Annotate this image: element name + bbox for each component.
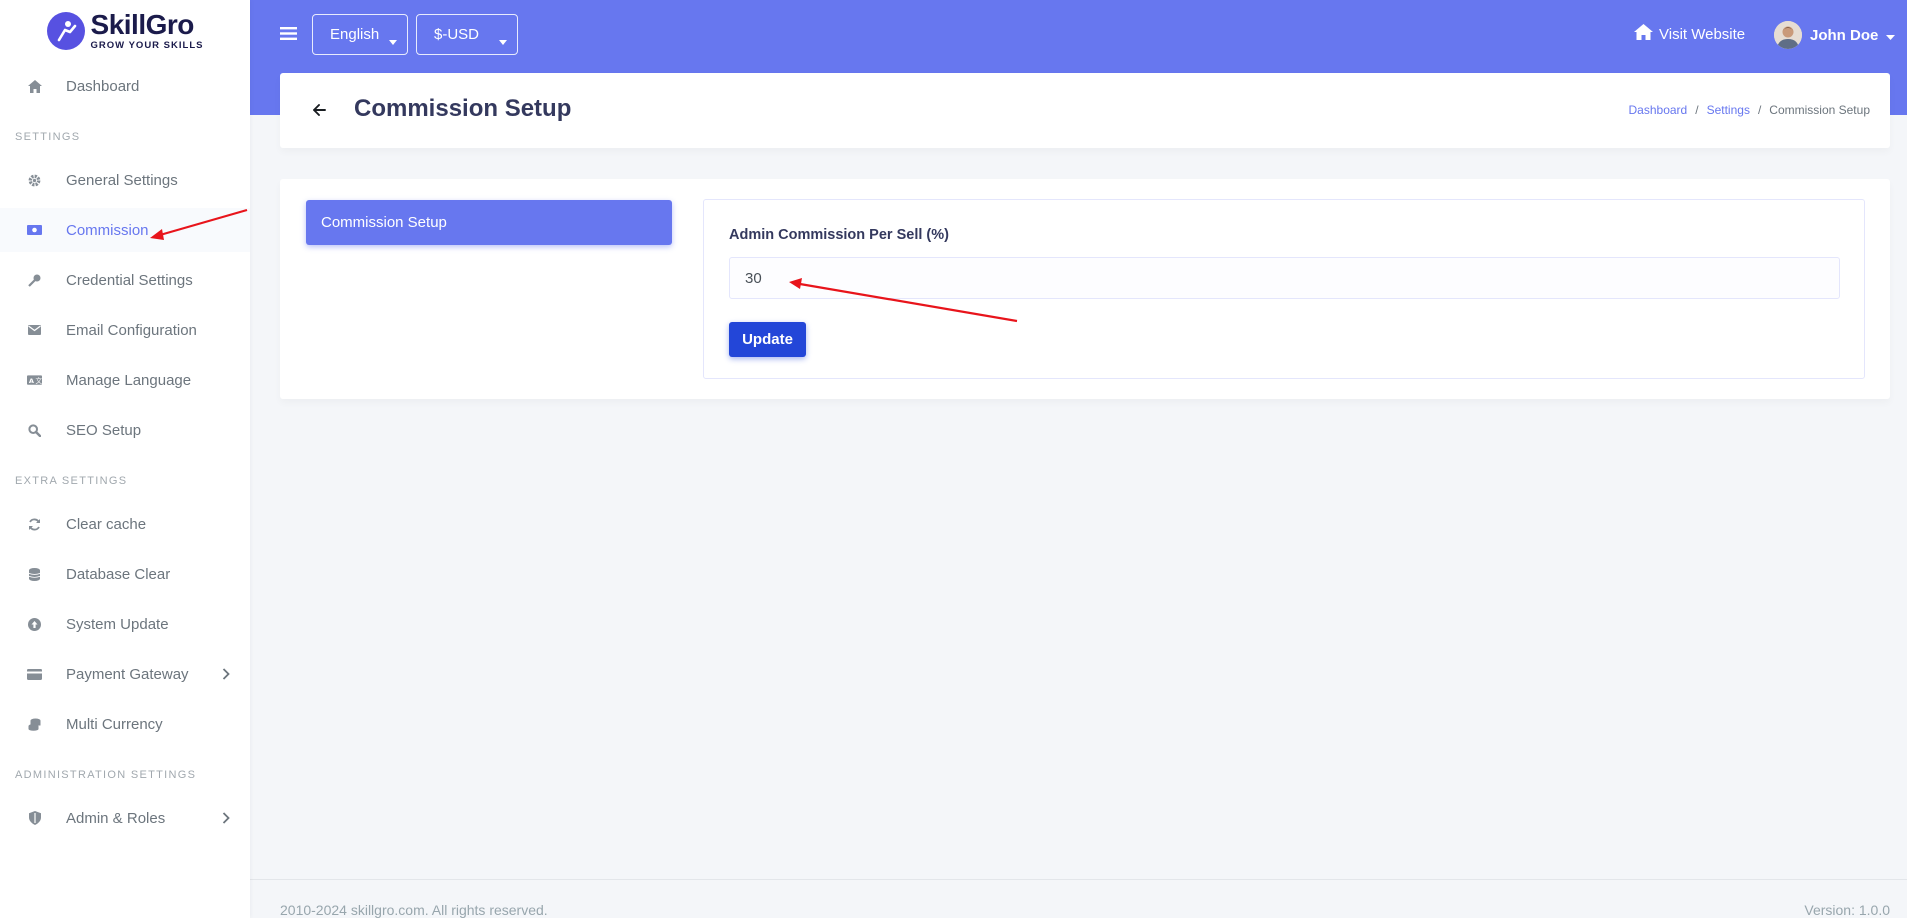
visit-website-label: Visit Website: [1659, 25, 1746, 43]
upload-icon: [27, 617, 42, 632]
chevron-right-icon: [222, 667, 230, 684]
sidebar-item-database-clear[interactable]: Database Clear: [0, 552, 250, 596]
sidebar-item-seo-setup[interactable]: SEO Setup: [0, 408, 250, 452]
footer-version: Version: 1.0.0: [1804, 902, 1890, 918]
sidebar-item-label: Dashboard: [66, 77, 140, 95]
breadcrumb-separator: /: [1757, 103, 1762, 117]
commission-field-label: Admin Commission Per Sell (%): [729, 227, 949, 243]
sidebar-item-label: Database Clear: [66, 565, 171, 583]
caret-down-icon: [499, 32, 507, 49]
sidebar-item-general-settings[interactable]: General Settings: [0, 158, 250, 202]
sidebar-item-label: Multi Currency: [66, 715, 163, 733]
commission-form: Admin Commission Per Sell (%) Update: [703, 199, 1865, 379]
envelope-icon: [27, 323, 42, 338]
chevron-right-icon: [222, 811, 230, 828]
visit-website-link[interactable]: Visit Website: [1634, 24, 1745, 44]
sidebar-item-label: General Settings: [66, 171, 178, 189]
sidebar-item-clear-cache[interactable]: Clear cache: [0, 502, 250, 546]
menu-header-settings: SETTINGS: [15, 131, 81, 143]
update-button[interactable]: Update: [729, 322, 806, 357]
brand-tagline: GROW YOUR SKILLS: [90, 40, 204, 52]
sidebar-item-label: Payment Gateway: [66, 665, 189, 683]
gear-icon: [27, 173, 42, 188]
coins-icon: [27, 717, 42, 732]
sidebar-item-dashboard[interactable]: Dashboard: [0, 64, 250, 108]
breadcrumb-dashboard[interactable]: Dashboard: [1629, 103, 1688, 117]
commission-input[interactable]: [729, 257, 1840, 299]
tab-commission-setup[interactable]: Commission Setup: [306, 200, 672, 245]
brand-logo[interactable]: SkillGro GROW YOUR SKILLS: [0, 0, 250, 62]
caret-down-icon: [389, 32, 397, 49]
sidebar-item-label: System Update: [66, 615, 169, 633]
language-select-value: English: [330, 26, 380, 43]
sidebar-item-label: Manage Language: [66, 371, 192, 389]
page-title: Commission Setup: [354, 95, 572, 122]
sidebar-item-credential-settings[interactable]: Credential Settings: [0, 258, 250, 302]
breadcrumb-settings[interactable]: Settings: [1707, 103, 1750, 117]
sidebar-item-label: Commission: [66, 221, 149, 239]
footer: 2010-2024 skillgro.com. All rights reser…: [250, 879, 1907, 918]
home-icon: [1634, 24, 1653, 44]
sidebar-item-label: Email Configuration: [66, 321, 197, 339]
breadcrumb-separator: /: [1695, 103, 1699, 117]
money-icon: [27, 223, 42, 238]
footer-copyright: 2010-2024 skillgro.com. All rights reser…: [280, 902, 548, 918]
user-menu[interactable]: John Doe: [1774, 21, 1896, 49]
logo-icon: [46, 12, 85, 50]
menu-header-administration-settings: ADMINISTRATION SETTINGS: [15, 769, 197, 781]
key-icon: [27, 273, 42, 288]
sync-icon: [27, 517, 42, 532]
sidebar-item-label: Clear cache: [66, 515, 147, 533]
language-icon: A文: [27, 373, 42, 388]
breadcrumb-current: Commission Setup: [1769, 103, 1870, 117]
search-icon: [27, 423, 42, 438]
sidebar: SkillGro GROW YOUR SKILLS Dashboard SETT…: [0, 0, 250, 918]
sidebar-item-system-update[interactable]: System Update: [0, 602, 250, 646]
menu-header-extra-settings: EXTRA SETTINGS: [15, 475, 128, 487]
home-icon: [27, 79, 42, 94]
database-icon: [27, 567, 42, 582]
sidebar-item-label: Admin & Roles: [66, 809, 166, 827]
sidebar-item-label: SEO Setup: [66, 421, 142, 439]
sidebar-item-commission[interactable]: Commission: [0, 208, 250, 252]
back-arrow-icon[interactable]: [313, 103, 326, 121]
sidebar-item-label: Credential Settings: [66, 271, 193, 289]
sidebar-item-manage-language[interactable]: A文 Manage Language: [0, 358, 250, 402]
settings-card: Commission Setup Admin Commission Per Se…: [280, 179, 1890, 399]
hamburger-menu-icon[interactable]: [280, 25, 297, 47]
sidebar-item-admin-roles[interactable]: Admin & Roles: [0, 796, 250, 840]
shield-icon: [27, 811, 42, 826]
avatar: [1774, 21, 1802, 49]
breadcrumb: Dashboard / Settings / Commission Setup: [1629, 103, 1870, 117]
credit-card-icon: [27, 667, 42, 682]
user-name: John Doe: [1810, 26, 1879, 44]
caret-down-icon: [1886, 27, 1896, 44]
section-header: Commission Setup Dashboard / Settings / …: [280, 73, 1890, 148]
currency-select-value: $-USD: [434, 26, 480, 43]
svg-text:文: 文: [35, 376, 42, 385]
sidebar-item-multi-currency[interactable]: Multi Currency: [0, 702, 250, 746]
sidebar-item-payment-gateway[interactable]: Payment Gateway: [0, 652, 250, 696]
language-select[interactable]: English: [312, 14, 408, 55]
brand-name: SkillGro: [90, 9, 195, 41]
sidebar-item-email-configuration[interactable]: Email Configuration: [0, 308, 250, 352]
currency-select[interactable]: $-USD: [416, 14, 518, 55]
